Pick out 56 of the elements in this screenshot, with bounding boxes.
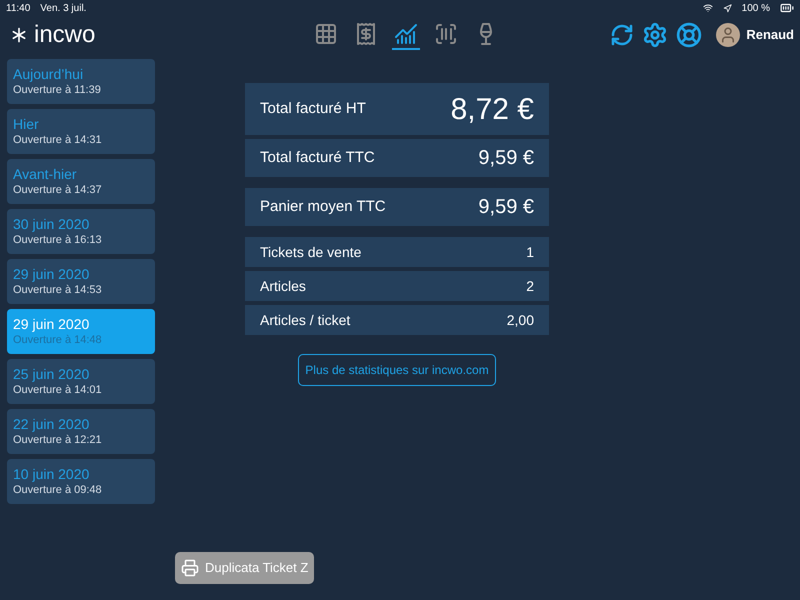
session-title: Aujourd’hui <box>13 65 84 83</box>
session-subtitle: Ouverture à 14:01 <box>13 383 103 398</box>
sync-icon[interactable] <box>610 23 634 47</box>
stat-label: Articles <box>260 276 306 296</box>
session-subtitle: Ouverture à 14:48 <box>13 333 103 348</box>
stat-value: 1 <box>526 242 534 262</box>
session-item[interactable]: Avant-hier Ouverture à 14:37 <box>7 159 155 204</box>
session-subtitle: Ouverture à 12:21 <box>13 433 103 448</box>
session-item[interactable]: 10 juin 2020 Ouverture à 09:48 <box>7 459 155 504</box>
stat-label: Total facturé HT <box>260 98 366 119</box>
logo-text: incwo <box>34 23 96 47</box>
battery-percentage: 100 % <box>742 2 770 16</box>
stat-label: Panier moyen TTC <box>260 196 386 217</box>
settings-icon[interactable] <box>642 22 668 48</box>
status-date: Ven. 3 juil. <box>40 2 86 16</box>
session-subtitle: Ouverture à 14:31 <box>13 133 103 148</box>
session-subtitle: Ouverture à 14:37 <box>13 183 103 198</box>
stat-value: 8,72 € <box>450 92 534 128</box>
location-icon <box>722 4 732 12</box>
session-item[interactable]: 29 juin 2020 Ouverture à 14:53 <box>7 259 155 304</box>
user-name[interactable]: Renaud <box>746 25 794 45</box>
status-time: 11:40 <box>6 2 30 16</box>
stat-value: 2,00 <box>506 310 534 330</box>
session-title: 22 juin 2020 <box>13 415 90 433</box>
chart-icon <box>394 22 418 46</box>
session-title: Hier <box>13 115 40 133</box>
wifi-icon <box>702 3 713 13</box>
avatar[interactable] <box>716 23 740 47</box>
receipt-icon <box>354 22 378 46</box>
session-subtitle: Ouverture à 14:53 <box>13 283 103 298</box>
barcode-icon <box>434 22 458 46</box>
stat-label: Tickets de vente <box>260 242 362 262</box>
stat-value: 2 <box>526 276 534 296</box>
session-title: 30 juin 2020 <box>13 215 90 233</box>
stat-value: 9,59 € <box>478 195 534 220</box>
stat-label: Articles / ticket <box>260 310 350 330</box>
session-item[interactable]: 25 juin 2020 Ouverture à 14:01 <box>7 359 155 404</box>
session-subtitle: Ouverture à 09:48 <box>13 483 103 498</box>
session-subtitle: Ouverture à 16:13 <box>13 233 103 248</box>
more-stats-link[interactable]: Plus de statistiques sur incwo.com <box>298 354 496 386</box>
stat-value: 9,59 € <box>478 146 534 171</box>
session-title: 29 juin 2020 <box>13 315 90 333</box>
grid-icon <box>314 22 338 46</box>
session-item[interactable]: Hier Ouverture à 14:31 <box>7 109 155 154</box>
stat-label: Total facturé TTC <box>260 148 375 168</box>
session-title: 10 juin 2020 <box>13 465 90 483</box>
session-subtitle: Ouverture à 11:39 <box>13 83 102 98</box>
help-icon[interactable] <box>676 22 702 48</box>
battery-icon <box>780 1 794 15</box>
session-item[interactable]: 30 juin 2020 Ouverture à 16:13 <box>7 209 155 254</box>
session-title: Avant-hier <box>13 165 78 183</box>
session-title: 29 juin 2020 <box>13 265 90 283</box>
session-item[interactable]: 22 juin 2020 Ouverture à 12:21 <box>7 409 155 454</box>
session-title: 25 juin 2020 <box>13 365 90 383</box>
session-item[interactable]: Aujourd’hui Ouverture à 11:39 <box>7 59 155 104</box>
printer-icon <box>181 559 199 577</box>
